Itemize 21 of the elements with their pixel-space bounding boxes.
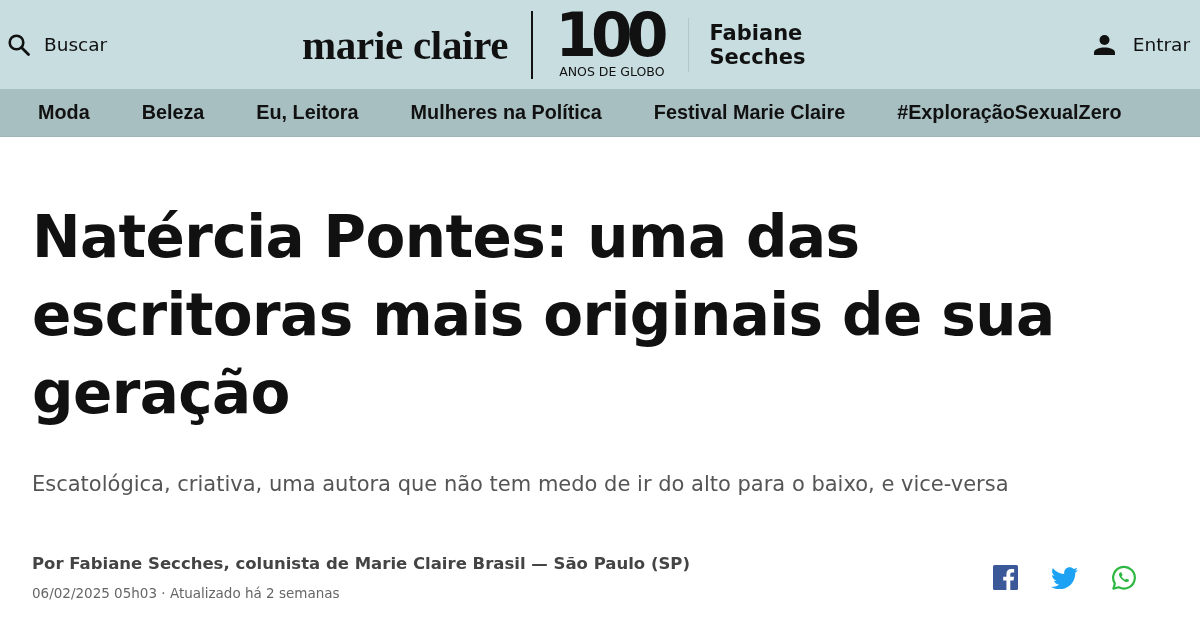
byline: Por Fabiane Secches, colunista de Marie Claire Brasil — São Paulo (SP) [32,553,690,575]
column-name: Fabiane Secches [709,20,806,69]
nav-link[interactable]: #ExploraçãoSexualZero [897,101,1122,124]
nav-link[interactable]: Festival Marie Claire [653,101,846,124]
facebook-icon[interactable] [993,565,1018,590]
nav-link[interactable]: Mulheres na Política [410,101,602,124]
twitter-bird-icon[interactable] [1051,566,1078,589]
nav-link[interactable]: Moda [38,101,90,124]
anniversary-logo: 100 [555,10,663,60]
login-button[interactable]: Entrar [1093,34,1190,55]
nav-link[interactable]: Eu, Leitora [256,101,359,124]
nav-link[interactable]: Beleza [141,101,205,124]
site-logo[interactable]: marie claire [302,22,509,67]
user-icon [1093,34,1115,55]
timestamp: 06/02/2025 05h03 · Atualizado há 2 semanas [32,584,341,602]
article-subtitle: Escatológica, criativa, uma autora que não tem medo de ir do alto para o baixo, e vice-versa [32,471,1010,498]
whatsapp-icon[interactable] [1111,564,1137,591]
search-icon [8,33,30,56]
search-button[interactable]: Buscar [8,33,108,56]
article-title: Natércia Pontes: uma das escritoras mais originais de sua geração [32,202,1056,429]
anniversary-caption: ANOS DE GLOBO [559,65,665,79]
